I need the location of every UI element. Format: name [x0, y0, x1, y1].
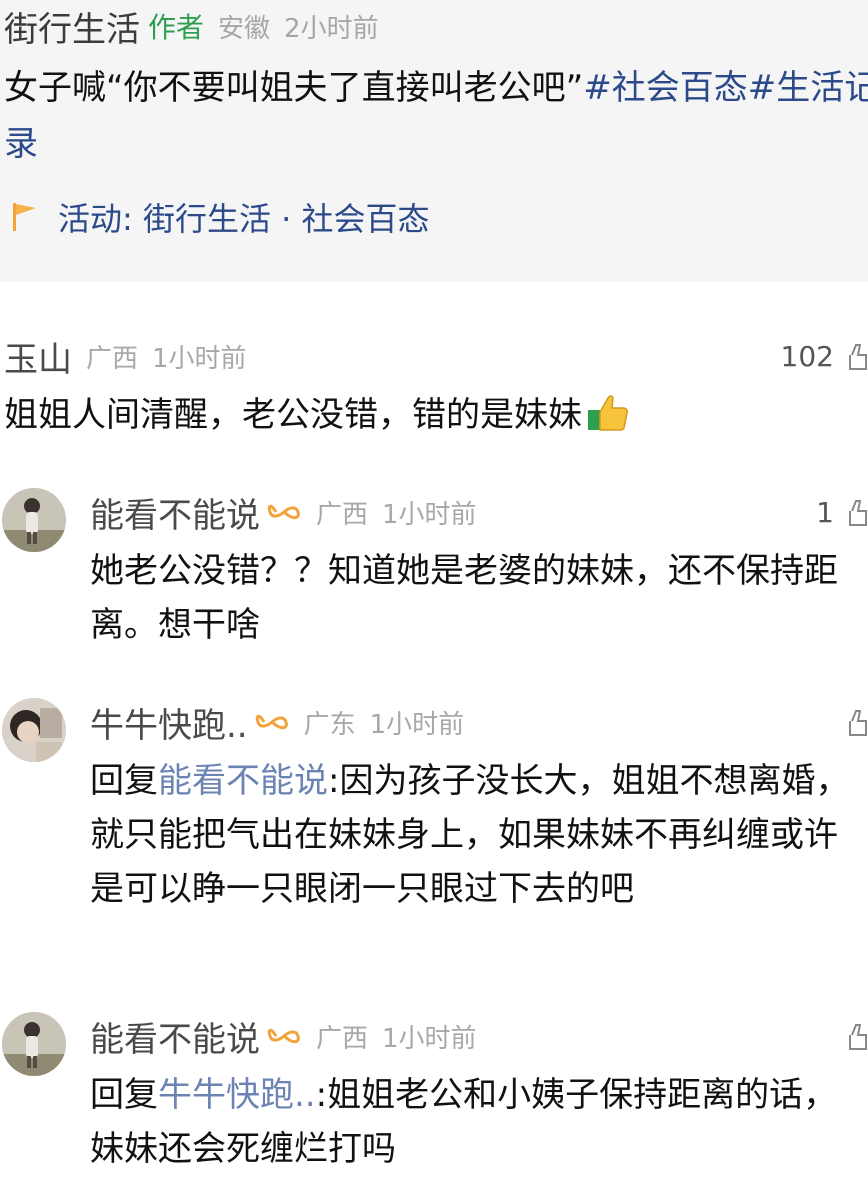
avatar-image — [2, 1012, 66, 1076]
post-meta: 街行生活 作者 安徽 2小时前 — [4, 0, 379, 52]
comment-header: 牛牛快跑.. 广东 1小时前 — [90, 698, 464, 746]
reply-to-name[interactable]: 牛牛快跑.. — [158, 1075, 316, 1115]
thumbs-up-emoji — [588, 395, 628, 431]
comment-text: 姐姐人间清醒，老公没错，错的是妹妹 — [4, 395, 582, 435]
post-title-text: 女子喊“你不要叫姐夫了直接叫老公吧” — [4, 68, 584, 108]
flag-icon — [13, 203, 36, 231]
like-button[interactable]: 102 — [781, 332, 868, 380]
reply-prefix: 回复 — [90, 1075, 158, 1115]
thumbs-up-outline-icon — [849, 1024, 867, 1050]
comment-header: 能看不能说 广西 1小时前 — [90, 488, 477, 536]
post-card: 街行生活 作者 安徽 2小时前 女子喊“你不要叫姐夫了直接叫老公吧”#社会百态#… — [0, 0, 868, 282]
comment-body: 姐姐人间清醒，老公没错，错的是妹妹 — [4, 388, 864, 442]
commenter-name[interactable]: 牛牛快跑.. — [90, 698, 248, 747]
comment-text: 她老公没错？？知道她是老婆的妹妹，还不保持距离。想干啥 — [90, 551, 838, 645]
comment-time: 1小时前 — [382, 499, 477, 530]
avatar[interactable] — [2, 488, 66, 552]
like-button[interactable] — [834, 1012, 868, 1060]
comment-item: 能看不能说 广西 1小时前 1 她老公没错？？知道她是老婆的妹妹，还不保持距离。… — [0, 484, 868, 660]
avatar-image — [2, 698, 66, 762]
comment-item: 牛牛快跑.. 广东 1小时前 回复能看不能说:因为孩子没长大，姐姐不想离婚，就只… — [0, 692, 868, 972]
comment-time: 1小时前 — [382, 1023, 477, 1054]
avatar-image — [2, 488, 66, 552]
like-button[interactable] — [834, 698, 868, 746]
thumbs-up-outline-icon — [849, 500, 867, 526]
avatar[interactable] — [2, 698, 66, 762]
post-location: 安徽 — [218, 13, 271, 44]
like-count: 1 — [816, 495, 834, 529]
comment-body: 回复牛牛快跑..:姐姐老公和小姨子保持距离的话，妹妹还会死缠烂打吗 — [90, 1068, 868, 1176]
comment-body: 回复能看不能说:因为孩子没长大，姐姐不想离婚，就只能把气出在妹妹身上，如果妹妹不… — [90, 754, 868, 916]
infinity-badge-icon — [267, 1028, 300, 1044]
comment-header: 能看不能说 广西 1小时前 — [90, 1012, 477, 1060]
like-button[interactable]: 1 — [816, 488, 868, 536]
post-time: 2小时前 — [284, 13, 379, 44]
comment-body: 她老公没错？？知道她是老婆的妹妹，还不保持距离。想干啥 — [90, 544, 868, 652]
reply-to-name[interactable]: 能看不能说 — [158, 761, 328, 801]
comment-time: 1小时前 — [369, 709, 465, 740]
author-tag: 作者 — [148, 11, 205, 44]
comment-item: 能看不能说 广西 1小时前 回复牛牛快跑..:姐姐老公和小姨子保持距离的话，妹妹… — [0, 1008, 868, 1184]
comment-location: 广西 — [316, 499, 369, 530]
comment-location: 广西 — [316, 1023, 369, 1054]
thumbs-up-outline-icon — [849, 344, 867, 370]
post-author-name[interactable]: 街行生活 — [4, 2, 140, 51]
like-count: 102 — [780, 339, 834, 373]
infinity-badge-icon — [267, 504, 300, 520]
commenter-name[interactable]: 玉山 — [4, 332, 72, 381]
activity-label: 活动: 街行生活 · 社会百态 — [58, 200, 430, 238]
infinity-badge-icon — [255, 714, 288, 730]
comment-location: 广东 — [303, 709, 356, 740]
comment-location: 广西 — [86, 343, 139, 374]
reply-prefix: 回复 — [90, 761, 158, 801]
commenter-name[interactable]: 能看不能说 — [90, 488, 260, 537]
thumbs-up-outline-icon — [849, 710, 867, 736]
commenter-name[interactable]: 能看不能说 — [90, 1012, 260, 1061]
activity-link[interactable]: 活动: 街行生活 · 社会百态 — [8, 190, 429, 244]
comment-time: 1小时前 — [152, 343, 247, 374]
post-title: 女子喊“你不要叫姐夫了直接叫老公吧”#社会百态#生活记录 — [4, 60, 868, 172]
comment-header: 玉山 广西 1小时前 — [4, 332, 247, 380]
avatar[interactable] — [2, 1012, 66, 1076]
comment-item: 玉山 广西 1小时前 102 姐姐人间清醒，老公没错，错的是妹妹 — [0, 330, 868, 450]
